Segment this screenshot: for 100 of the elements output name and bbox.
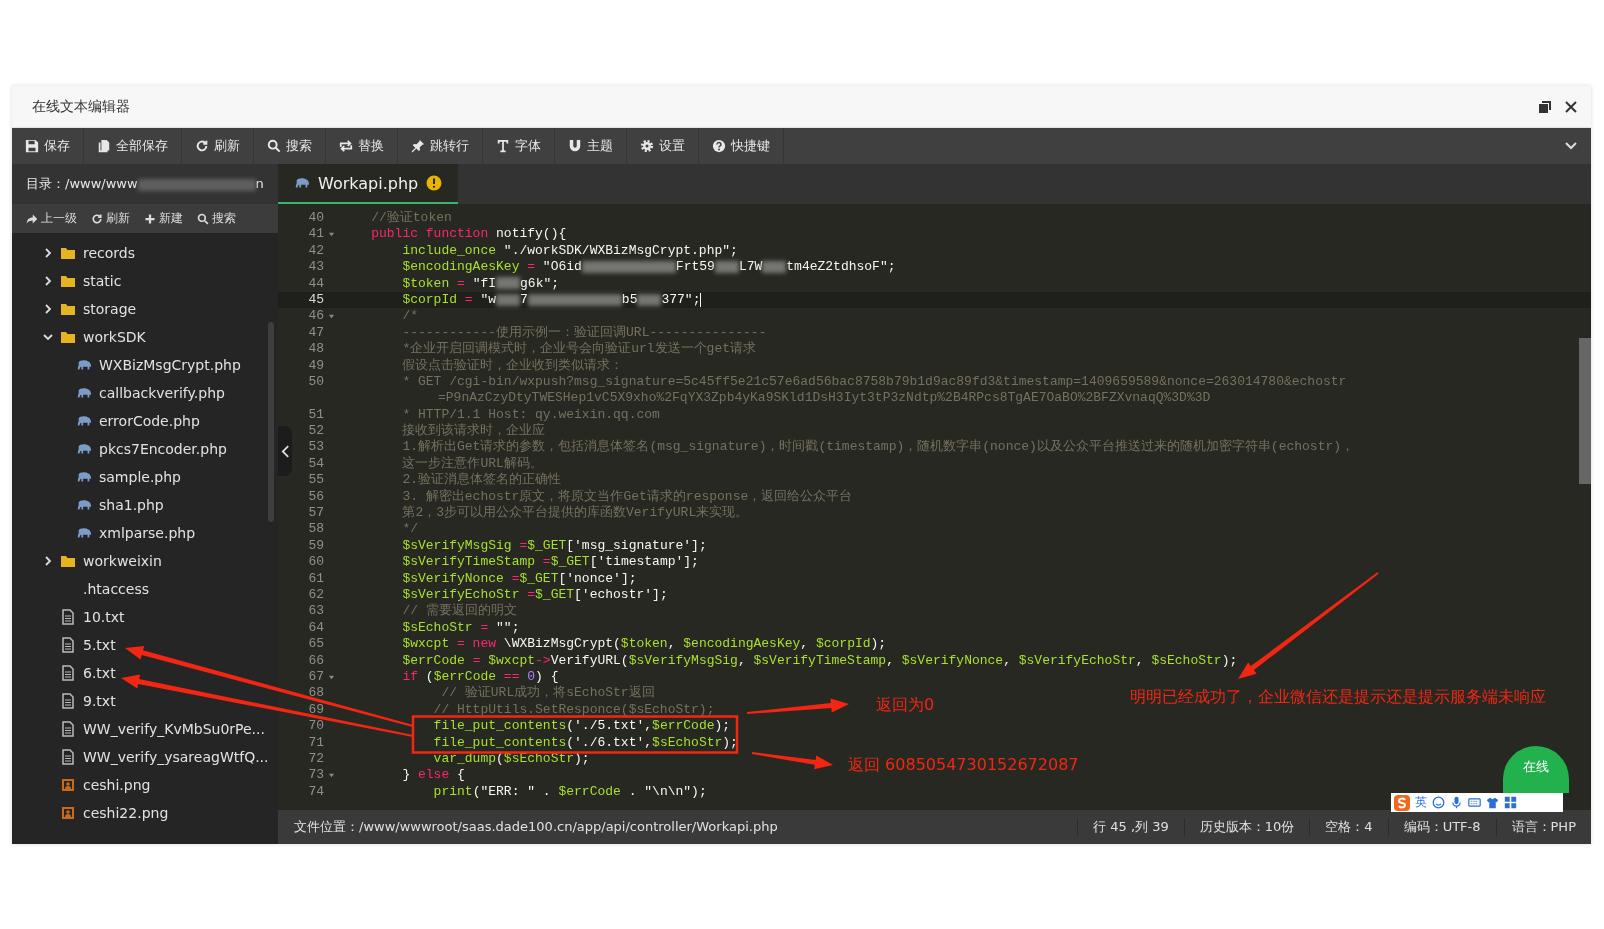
- line-number: 69: [308, 701, 324, 719]
- tree-item[interactable]: workweixin: [12, 547, 278, 575]
- line-number: 42: [308, 242, 324, 260]
- folder-icon: [60, 245, 76, 261]
- magnet-icon: [568, 139, 582, 153]
- tree-item[interactable]: records: [12, 239, 278, 267]
- tree-item[interactable]: xmlparse.php: [12, 519, 278, 547]
- tree-item[interactable]: 6.txt: [12, 659, 278, 687]
- status-item: 历史版本：10份: [1183, 818, 1310, 836]
- line-number: 54: [308, 455, 324, 473]
- line-number: 51: [308, 406, 324, 424]
- line-number: 63: [308, 603, 324, 620]
- tree-item[interactable]: 9.txt: [12, 687, 278, 715]
- tree-item[interactable]: 5.txt: [12, 631, 278, 659]
- code-line: $token = "fI g6k";: [401, 275, 560, 292]
- line-number: 72: [308, 750, 324, 768]
- pin-icon: [411, 139, 425, 153]
- line-number: 53: [308, 439, 324, 456]
- grid-icon[interactable]: [1504, 796, 1517, 809]
- code-line: file_put_contents('./6.txt',$sEchoStr);: [432, 734, 738, 751]
- tree-item[interactable]: WW_verify_KvMbSu0rPe...: [12, 715, 278, 743]
- share-arrow-icon: [26, 212, 38, 225]
- code-line: $sVerifyNonce =$_GET['nonce'];: [401, 570, 637, 587]
- sidebar-tool-button[interactable]: 上一级: [20, 208, 83, 229]
- document-icon: [60, 721, 76, 737]
- plus-icon: [144, 212, 156, 225]
- line-number: 55: [308, 472, 324, 489]
- line-number: 65: [308, 636, 324, 653]
- fold-icon[interactable]: [327, 673, 335, 681]
- image-file-icon: [60, 777, 76, 793]
- collapse-sidebar-button[interactable]: [278, 426, 292, 476]
- smiley-icon[interactable]: [1432, 796, 1445, 809]
- tree-item[interactable]: ceshi.png: [12, 771, 278, 799]
- code-line: $encodingAesKey = "O6id Frt59 L7W tm4eZ2tdhsoF";: [401, 259, 896, 276]
- sidebar-tool-button[interactable]: 刷新: [85, 208, 136, 229]
- keyboard-icon[interactable]: [1468, 796, 1481, 809]
- fold-icon[interactable]: [327, 771, 335, 779]
- tree-item[interactable]: pkcs7Encoder.php: [12, 435, 278, 463]
- language-indicator[interactable]: 英: [1415, 794, 1427, 811]
- annotation-text: 返回 6085054730152672087: [848, 754, 1079, 776]
- file-tab[interactable]: Workapi.php: [278, 164, 459, 204]
- text-cursor-icon: [496, 139, 510, 153]
- line-number: 57: [308, 505, 324, 522]
- restore-icon[interactable]: [1537, 98, 1553, 115]
- line-number: 71: [308, 734, 324, 751]
- folder-icon: [60, 273, 76, 289]
- line-number: 64: [308, 619, 324, 637]
- tree-item[interactable]: WXBizMsgCrypt.php: [12, 351, 278, 379]
- scrollbar[interactable]: [268, 322, 274, 522]
- status-item: 空格：4: [1309, 818, 1388, 836]
- line-number: 74: [308, 783, 324, 801]
- folder-icon: [60, 329, 76, 345]
- sidebar-tool-button[interactable]: 新建: [138, 208, 189, 229]
- directory-path: 目录：/www/www n: [26, 175, 264, 193]
- tree-item[interactable]: .htaccess: [12, 575, 278, 603]
- window-title: 在线文本编辑器: [32, 97, 131, 116]
- tree-item[interactable]: workSDK: [12, 323, 278, 351]
- code-line: 2.验证消息体签名的正确性: [401, 472, 561, 489]
- code-line: $wxcpt = new \WXBizMsgCrypt($token, $encodingAesKey, $corpId);: [401, 636, 887, 653]
- tree-item[interactable]: sha1.php: [12, 491, 278, 519]
- settings-icon: [640, 139, 654, 153]
- microphone-icon[interactable]: [1450, 796, 1463, 809]
- code-line: public function notify(){: [370, 226, 567, 243]
- fold-icon[interactable]: [327, 231, 335, 239]
- tree-item[interactable]: ceshi22.png: [12, 799, 278, 827]
- document-icon: [60, 665, 76, 681]
- code-line: file_put_contents('./5.txt',$errCode);: [432, 718, 731, 735]
- line-number: 49: [308, 357, 324, 374]
- code-line: print("ERR: " . $errCode . "\n\n");: [432, 783, 707, 801]
- shirt-icon[interactable]: [1486, 796, 1499, 809]
- tree-item[interactable]: callbackverify.php: [12, 379, 278, 407]
- status-item: 行 45 ,列 39: [1077, 818, 1184, 836]
- tree-item[interactable]: errorCode.php: [12, 407, 278, 435]
- fold-icon[interactable]: [327, 313, 335, 321]
- floppy-icon: [25, 139, 39, 153]
- line-number: 68: [308, 685, 324, 702]
- code-line: $sVerifyTimeStamp =$_GET['timestamp'];: [401, 554, 699, 571]
- close-icon[interactable]: [1563, 98, 1579, 115]
- tree-item[interactable]: WW_verify_ysareagWtfQ...: [12, 743, 278, 771]
- code-line: $sEchoStr = "";: [401, 619, 520, 637]
- code-line: 1.解析出Get请求的参数，包括消息体签名(msg_signature)，时间戳(timestamp)，随机数字串(nonce)以及公众平台推送过来的随机加密字符串(echostr)，: [401, 439, 1355, 456]
- line-number: 52: [308, 423, 324, 440]
- code-line: * GET /cgi-bin/wxpush?msg_signature=5c45ff5e21c57e6ad56bac8758b79b1d9ac89fd3&timestamp=1409659589&nonce=263014780&echostr: [401, 373, 1347, 391]
- code-line: 接收到该请求时，企业应: [401, 423, 546, 439]
- code-line: $errCode = $wxcpt->VerifyURL($sVerifyMsgSig, $sVerifyTimeStamp, $sVerifyNonce, $sVerifyEchoStr, $sEchoStr);: [401, 652, 1238, 669]
- tree-item[interactable]: static: [12, 267, 278, 295]
- line-number: 41: [308, 226, 324, 243]
- line-number: 40: [308, 210, 324, 227]
- swap-arrows-icon: [339, 139, 353, 153]
- line-number: 58: [308, 521, 324, 538]
- code-line: 第2，3步可以用公众平台提供的库函数VerifyURL来实现。: [401, 505, 749, 522]
- tree-item[interactable]: storage: [12, 295, 278, 323]
- folder-icon: [60, 301, 76, 317]
- line-number: 47: [308, 324, 324, 342]
- scrollbar[interactable]: [1579, 338, 1591, 484]
- tree-item[interactable]: sample.php: [12, 463, 278, 491]
- line-number: 45: [308, 291, 324, 309]
- tree-item[interactable]: 10.txt: [12, 603, 278, 631]
- line-number: 73: [308, 767, 324, 784]
- sidebar-tool-button[interactable]: 搜索: [191, 208, 242, 229]
